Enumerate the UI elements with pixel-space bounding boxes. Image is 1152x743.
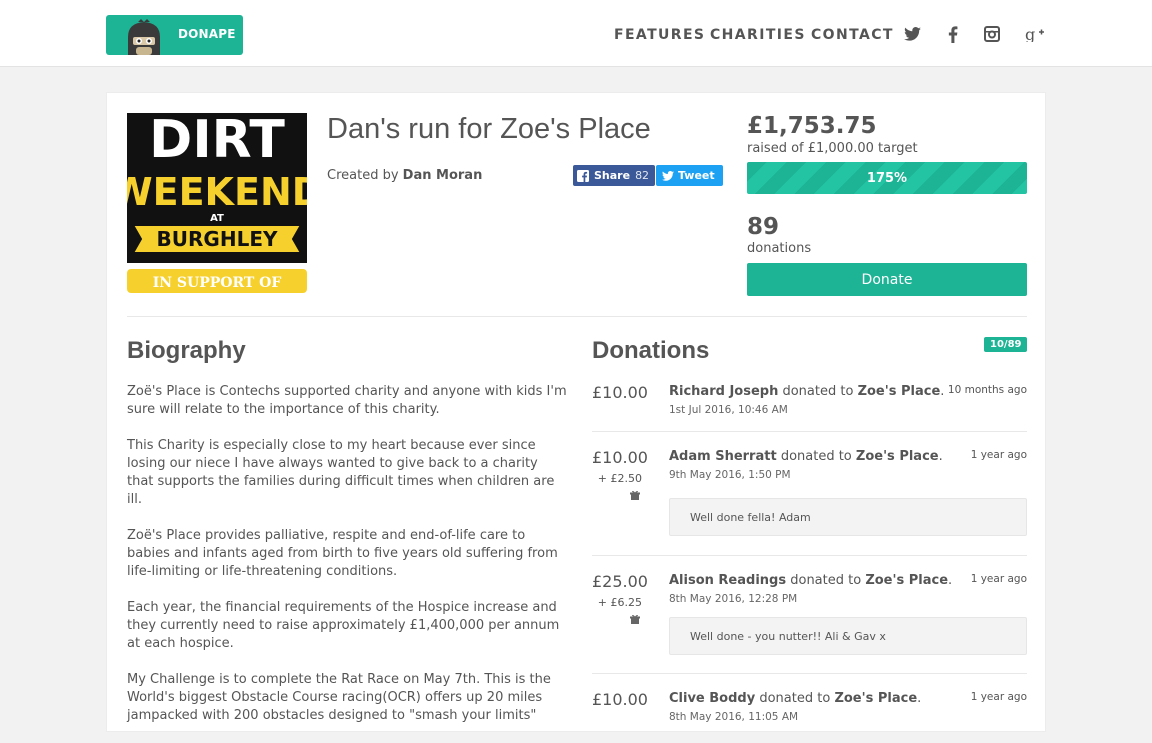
bio-paragraph: Each year, the financial requirements of… xyxy=(127,600,560,651)
twitter-icon[interactable] xyxy=(902,24,922,44)
ape-logo-icon xyxy=(128,19,160,55)
donation-amount: £10.00 xyxy=(592,448,648,467)
donation-ago: 1 year ago xyxy=(970,573,1027,585)
donations-count-label: donations xyxy=(747,241,812,256)
donation-item: £10.00 Richard Joseph donated to Zoe's P… xyxy=(592,373,1027,432)
tweet-label: Tweet xyxy=(678,169,715,182)
donations-count: 89 xyxy=(747,214,780,240)
svg-text:IN SUPPORT OF: IN SUPPORT OF xyxy=(153,275,282,291)
donation-message: Well done - you nutter!! Ali & Gav x xyxy=(669,617,1027,655)
facebook-icon xyxy=(577,169,589,182)
donation-amount: £25.00 xyxy=(592,572,648,591)
donations-list: £10.00 Richard Joseph donated to Zoe's P… xyxy=(592,373,1027,734)
svg-text:BURGHLEY: BURGHLEY xyxy=(157,227,278,251)
svg-text:g: g xyxy=(1025,26,1035,42)
facebook-share-button[interactable]: Share 82 xyxy=(573,165,656,186)
created-by-prefix: Created by xyxy=(327,168,399,183)
bio-paragraph: This Charity is especially close to my h… xyxy=(127,438,555,507)
donor-name: Alison Readings xyxy=(669,573,787,588)
bio-paragraph: Zoë's Place provides palliative, respite… xyxy=(127,528,558,579)
biography-title: Biography xyxy=(127,337,246,364)
donation-amount: £10.00 xyxy=(592,383,648,402)
donation-item: £10.00 + £2.50 Adam Sherratt donated to … xyxy=(592,438,1027,556)
charity-name[interactable]: Zoe's Place xyxy=(834,691,917,706)
svg-text:WEEKEND: WEEKEND xyxy=(127,170,307,214)
charity-name[interactable]: Zoe's Place xyxy=(858,384,941,399)
donation-ago: 1 year ago xyxy=(970,449,1027,461)
donation-date: 9th May 2016, 1:50 PM xyxy=(669,469,791,481)
donation-ago: 10 months ago xyxy=(947,384,1027,396)
nav-features[interactable]: FEATURES xyxy=(614,27,705,43)
donation-date: 1st Jul 2016, 10:46 AM xyxy=(669,404,788,416)
donation-donor: Clive Boddy donated to Zoe's Place. xyxy=(669,691,922,706)
campaign-card: DIRT WEEKEND AT BURGHLEY IN SUPPORT OF D… xyxy=(106,92,1046,732)
instagram-icon[interactable] xyxy=(982,24,1002,44)
donated-to-text: donated to xyxy=(759,691,831,706)
donations-page-badge: 10/89 xyxy=(984,337,1028,352)
donated-to-text: donated to xyxy=(782,384,854,399)
donape-logo[interactable]: DONAPE xyxy=(106,15,243,55)
donation-item: £10.00 Clive Boddy donated to Zoe's Plac… xyxy=(592,674,1027,734)
donor-name: Adam Sherratt xyxy=(669,449,777,464)
gift-aid-amount: + £6.25 xyxy=(597,596,642,609)
donation-donor: Richard Joseph donated to Zoe's Place. xyxy=(669,384,945,399)
tweet-button[interactable]: Tweet xyxy=(656,165,723,186)
created-by: Created by Dan Moran xyxy=(327,168,482,183)
svg-text:DIRT: DIRT xyxy=(149,113,285,170)
nav-contact[interactable]: CONTACT xyxy=(811,27,894,43)
campaign-title: Dan's run for Zoe's Place xyxy=(327,113,651,145)
charity-name[interactable]: Zoe's Place xyxy=(856,449,939,464)
gift-icon xyxy=(630,490,640,500)
top-navbar: DONAPE FEATURES CHARITIES CONTACT g xyxy=(0,0,1152,67)
share-count: 82 xyxy=(635,169,650,182)
donation-item: £25.00 + £6.25 Alison Readings donated t… xyxy=(592,556,1027,674)
svg-text:AT: AT xyxy=(210,213,224,224)
section-divider xyxy=(127,316,1027,317)
donated-to-text: donated to xyxy=(780,449,852,464)
raised-amount: £1,753.75 xyxy=(747,113,877,139)
donated-to-text: donated to xyxy=(790,573,862,588)
donation-ago: 1 year ago xyxy=(970,691,1027,703)
progress-bar: 175% xyxy=(747,162,1027,194)
donation-date: 8th May 2016, 12:28 PM xyxy=(669,593,798,605)
facebook-icon[interactable] xyxy=(943,24,963,44)
donate-button[interactable]: Donate xyxy=(747,263,1027,296)
biography-text: Zoë's Place is Contechs supported charit… xyxy=(127,383,567,743)
gift-aid-amount: + £2.50 xyxy=(597,472,642,485)
donation-donor: Alison Readings donated to Zoe's Place. xyxy=(669,573,953,588)
donor-name: Richard Joseph xyxy=(669,384,779,399)
donation-donor: Adam Sherratt donated to Zoe's Place. xyxy=(669,449,943,464)
raised-target: raised of £1,000.00 target xyxy=(747,141,918,156)
progress-label: 175% xyxy=(866,170,908,186)
twitter-icon xyxy=(662,170,674,181)
donation-amount: £10.00 xyxy=(592,690,648,709)
bio-paragraph: Zoë's Place is Contechs supported charit… xyxy=(127,384,567,417)
share-label: Share xyxy=(594,169,631,182)
charity-name[interactable]: Zoe's Place xyxy=(865,573,948,588)
logo-text: DONAPE xyxy=(178,27,236,41)
gift-icon xyxy=(630,614,640,624)
google-plus-icon[interactable]: g xyxy=(1025,24,1045,44)
donation-date: 8th May 2016, 11:05 AM xyxy=(669,711,799,723)
campaign-cover-image: DIRT WEEKEND AT BURGHLEY IN SUPPORT OF xyxy=(127,113,307,293)
nav-charities[interactable]: CHARITIES xyxy=(710,27,806,43)
donations-title: Donations xyxy=(592,337,710,364)
bio-paragraph: My Challenge is to complete the Rat Race… xyxy=(127,672,551,723)
donation-message: Well done fella! Adam xyxy=(669,498,1027,536)
donor-name: Clive Boddy xyxy=(669,691,756,706)
creator-name[interactable]: Dan Moran xyxy=(403,168,483,183)
